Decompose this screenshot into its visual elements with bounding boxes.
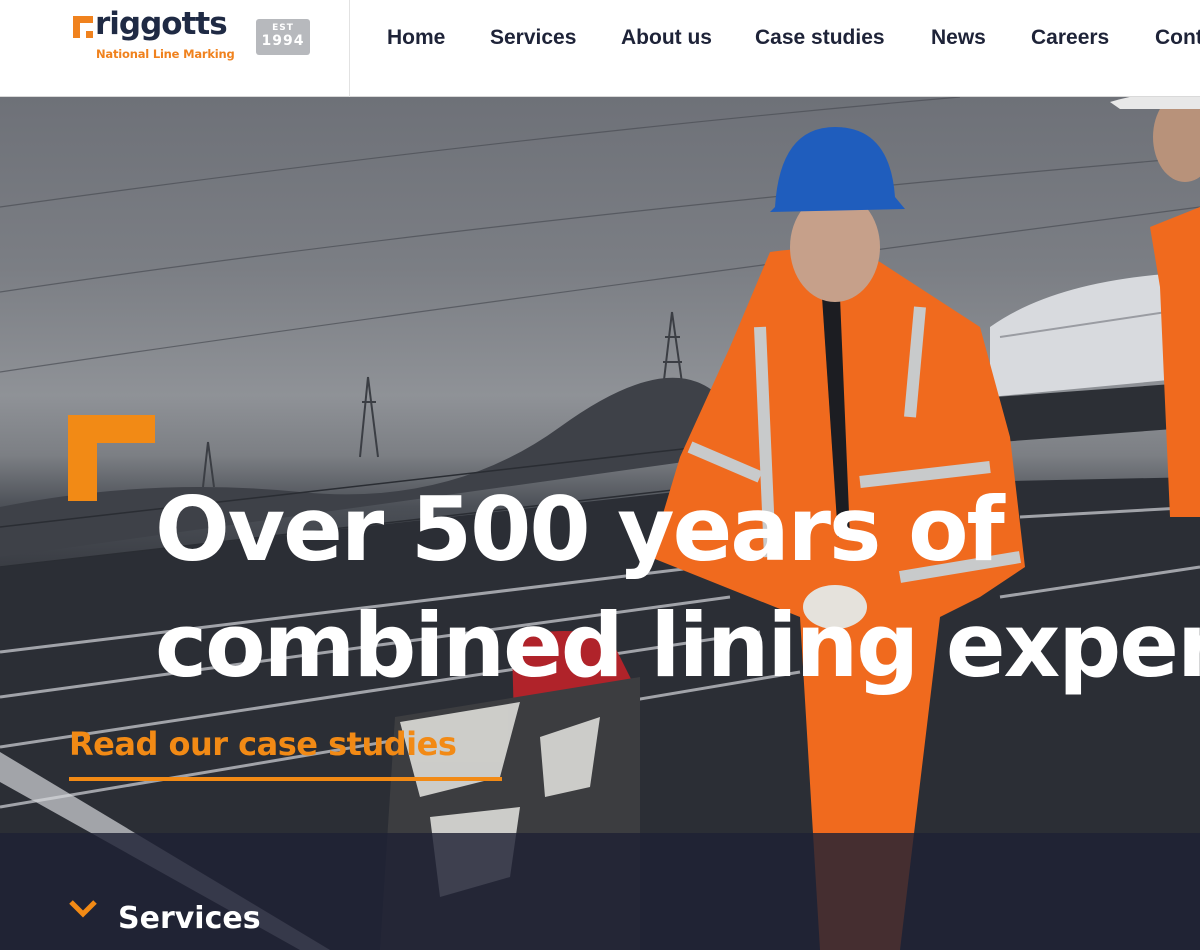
nav-item-news[interactable]: News — [931, 26, 986, 50]
logo-mark-icon — [73, 16, 93, 38]
services-bar[interactable]: Services — [0, 833, 1200, 950]
hero-headline-line-1: Over 500 years of — [155, 478, 1005, 581]
nav-item-case-studies[interactable]: Case studies — [755, 26, 885, 50]
nav-item-careers[interactable]: Careers — [1031, 26, 1109, 50]
logo-tagline: National Line Marking — [96, 47, 235, 61]
logo-area[interactable]: riggotts National Line Marking EST 1994 — [0, 0, 350, 97]
hero-headline-line-2: combined lining exper — [155, 594, 1200, 697]
nav-item-home[interactable]: Home — [387, 26, 445, 50]
nav-item-services[interactable]: Services — [490, 26, 576, 50]
logo-wordmark: riggotts — [95, 6, 228, 42]
nav-item-contact[interactable]: Cont — [1155, 26, 1200, 50]
nav-item-about-us[interactable]: About us — [621, 26, 712, 50]
chevron-down-icon[interactable] — [68, 899, 98, 919]
site-header: riggotts National Line Marking EST 1994 … — [0, 0, 1200, 97]
est-label: EST — [272, 23, 294, 33]
hero-section: Over 500 years of combined lining exper … — [0, 97, 1200, 950]
est-badge: EST 1994 — [256, 19, 310, 55]
cta-underline — [69, 777, 502, 781]
corner-bracket-icon — [68, 415, 155, 501]
hero-headline: Over 500 years of combined lining exper — [155, 472, 1200, 704]
read-case-studies-link[interactable]: Read our case studies — [69, 725, 457, 763]
est-year: 1994 — [261, 33, 305, 49]
services-toggle-label[interactable]: Services — [118, 901, 261, 936]
